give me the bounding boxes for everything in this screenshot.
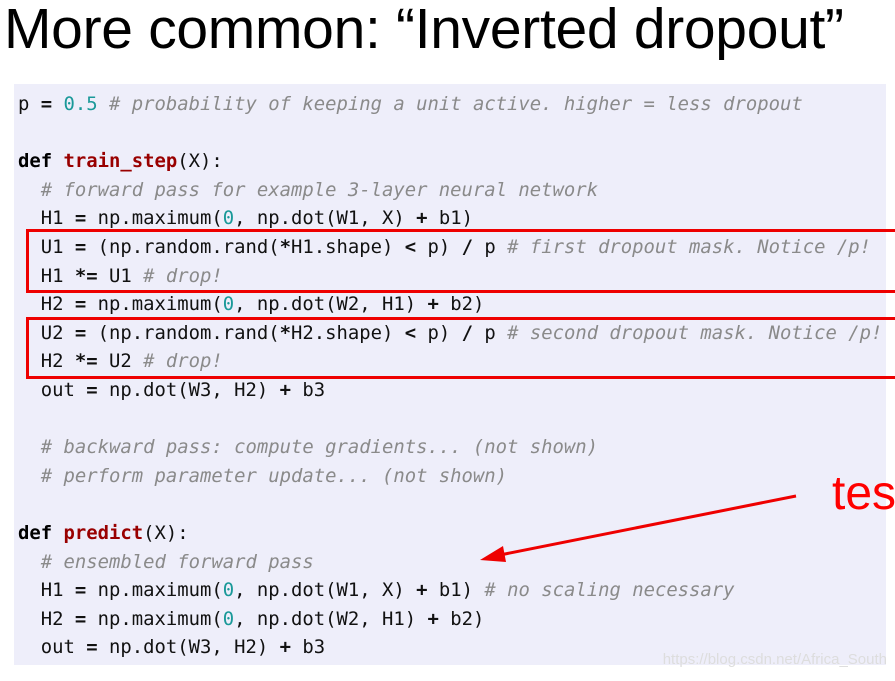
arrow-head-icon xyxy=(480,546,506,562)
annotation-text: tes xyxy=(832,467,895,520)
arrow-annotation xyxy=(480,494,797,562)
arrow-line xyxy=(499,494,797,557)
watermark: https://blog.csdn.net/Africa_South xyxy=(662,651,887,668)
